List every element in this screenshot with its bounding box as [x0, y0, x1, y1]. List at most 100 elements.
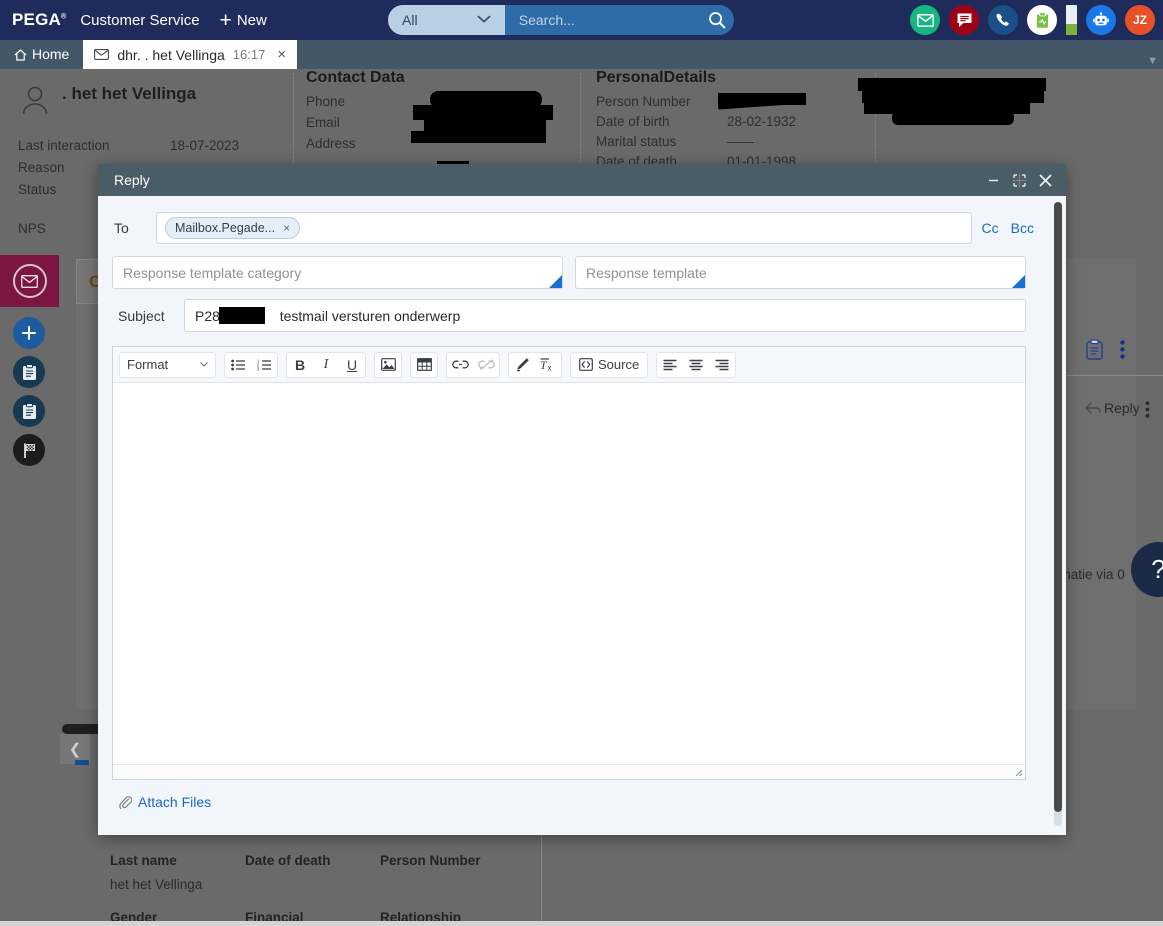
sidebar-item-case-2[interactable] — [13, 395, 45, 427]
chat-icon[interactable] — [949, 5, 979, 35]
app-root: . het het Vellinga Last interaction 18-0… — [0, 0, 1163, 926]
maximize-button[interactable] — [1006, 167, 1032, 193]
bot-icon[interactable] — [1086, 5, 1116, 35]
minimize-button[interactable] — [980, 167, 1006, 193]
customer-name: . het het Vellinga — [62, 84, 197, 103]
bcc-button[interactable]: Bcc — [1011, 220, 1034, 236]
pega-logo[interactable]: PEGA® — [12, 10, 66, 30]
dialog-scrollbar-thumb[interactable] — [1054, 202, 1062, 812]
close-button[interactable] — [1032, 167, 1058, 193]
new-button-label: New — [236, 11, 267, 29]
tab-strip: Home dhr. . het Vellinga 16:17 × ▼ — [0, 40, 1163, 69]
reason-label: Reason — [18, 160, 65, 175]
pega-logo-text: PEGA — [12, 10, 61, 29]
app-name: Customer Service — [80, 11, 200, 29]
format-group: Format — [119, 351, 216, 378]
avatar — [18, 83, 52, 117]
status-bar-icon[interactable] — [1066, 5, 1077, 35]
link-group — [446, 351, 500, 378]
phone-icon[interactable] — [988, 5, 1018, 35]
source-icon[interactable]: Source — [571, 353, 647, 377]
reply-dialog: Reply To Mailbox.Pegade... × Cc Bcc Resp… — [98, 164, 1066, 835]
subject-input[interactable]: P288 testmail versturen onderwerp — [184, 299, 1026, 332]
align-right-icon[interactable] — [709, 353, 735, 377]
sidebar-item-email[interactable] — [0, 255, 59, 307]
chevron-down-icon[interactable]: ▼ — [1147, 55, 1158, 67]
tab-home[interactable]: Home — [0, 40, 83, 69]
new-button[interactable]: + New — [220, 10, 267, 31]
table-group — [410, 351, 438, 378]
link-icon[interactable] — [447, 353, 473, 377]
bold-icon[interactable]: B — [287, 353, 313, 377]
format-dropdown-label: Format — [127, 357, 169, 372]
kebab-menu-icon[interactable] — [1145, 401, 1150, 418]
cc-button[interactable]: Cc — [982, 220, 999, 236]
divider — [541, 831, 542, 926]
reply-dialog-title: Reply — [114, 172, 150, 188]
person-number-label: Person Number — [596, 94, 691, 109]
task-icon[interactable] — [1027, 5, 1057, 35]
card-actions — [1085, 339, 1125, 360]
numbered-list-icon[interactable]: 123 — [251, 353, 277, 377]
dialog-scrollbar[interactable] — [1054, 202, 1062, 826]
align-left-icon[interactable] — [657, 353, 683, 377]
redaction-block — [892, 111, 1014, 125]
sidebar-item-add[interactable] — [13, 317, 45, 349]
editor-content-area[interactable] — [113, 383, 1025, 765]
remove-format-icon[interactable]: Tx — [535, 353, 561, 377]
underline-icon[interactable]: U — [339, 353, 365, 377]
search-scope-value: All — [402, 12, 418, 28]
user-avatar-initials: JZ — [1132, 13, 1147, 27]
reply-link-label: Reply — [1104, 400, 1140, 416]
email-icon[interactable] — [910, 5, 940, 35]
align-center-icon[interactable] — [683, 353, 709, 377]
sidebar-item-flag[interactable] — [13, 434, 45, 466]
to-input[interactable]: Mailbox.Pegade... × — [156, 212, 972, 244]
user-avatar[interactable]: JZ — [1125, 5, 1155, 35]
marital-status-value: —— — [727, 134, 754, 149]
redaction-block — [219, 307, 265, 324]
editor-resize-handle[interactable] — [1011, 765, 1023, 777]
response-template-category-select[interactable]: Response template category — [112, 256, 563, 289]
trademark-glyph: ® — [60, 13, 67, 21]
image-icon[interactable] — [375, 353, 401, 377]
italic-icon[interactable]: I — [313, 353, 339, 377]
active-indicator — [75, 760, 89, 765]
attach-files-button[interactable]: Attach Files — [118, 794, 1048, 810]
dropdown-corner-icon — [549, 275, 562, 288]
svg-text:x: x — [548, 364, 552, 373]
subject-value-suffix: testmail versturen onderwerp — [279, 307, 461, 324]
phone-label: Phone — [306, 94, 346, 109]
remove-recipient-icon[interactable]: × — [283, 221, 290, 235]
response-template-select[interactable]: Response template — [575, 256, 1026, 289]
close-icon[interactable]: × — [277, 46, 286, 63]
search-input[interactable] — [504, 5, 700, 35]
recipient-chip[interactable]: Mailbox.Pegade... × — [165, 217, 301, 239]
table-icon[interactable] — [411, 353, 437, 377]
last-interaction-value: 18-07-2023 — [170, 138, 240, 153]
cc-bcc-actions: Cc Bcc — [982, 220, 1048, 236]
format-dropdown[interactable]: Format — [120, 352, 215, 378]
tab-interaction-label: dhr. . het Vellinga — [117, 46, 225, 63]
reply-link[interactable]: Reply — [1085, 400, 1140, 416]
divider — [1060, 375, 1163, 376]
dropdown-corner-icon — [1012, 275, 1025, 288]
chevron-down-icon — [200, 362, 208, 367]
attach-files-label: Attach Files — [138, 794, 212, 810]
reply-dialog-title-bar: Reply — [98, 164, 1066, 196]
search-scope-select[interactable]: All — [388, 5, 505, 35]
sidebar-item-case-1[interactable] — [13, 356, 45, 388]
home-icon — [14, 48, 27, 61]
tab-interaction[interactable]: dhr. . het Vellinga 16:17 × — [83, 40, 298, 69]
kebab-menu-icon[interactable] — [1120, 340, 1125, 359]
to-label: To — [114, 220, 129, 236]
redaction-block — [413, 105, 553, 120]
paint-format-icon[interactable] — [509, 353, 535, 377]
redaction-block — [424, 119, 546, 131]
clipboard-icon[interactable] — [1085, 339, 1104, 360]
search-icon[interactable] — [700, 5, 734, 35]
source-button-label: Source — [598, 357, 640, 372]
bulleted-list-icon[interactable] — [225, 353, 251, 377]
contact-data-title: Contact Data — [306, 69, 405, 86]
email-icon — [12, 264, 47, 298]
